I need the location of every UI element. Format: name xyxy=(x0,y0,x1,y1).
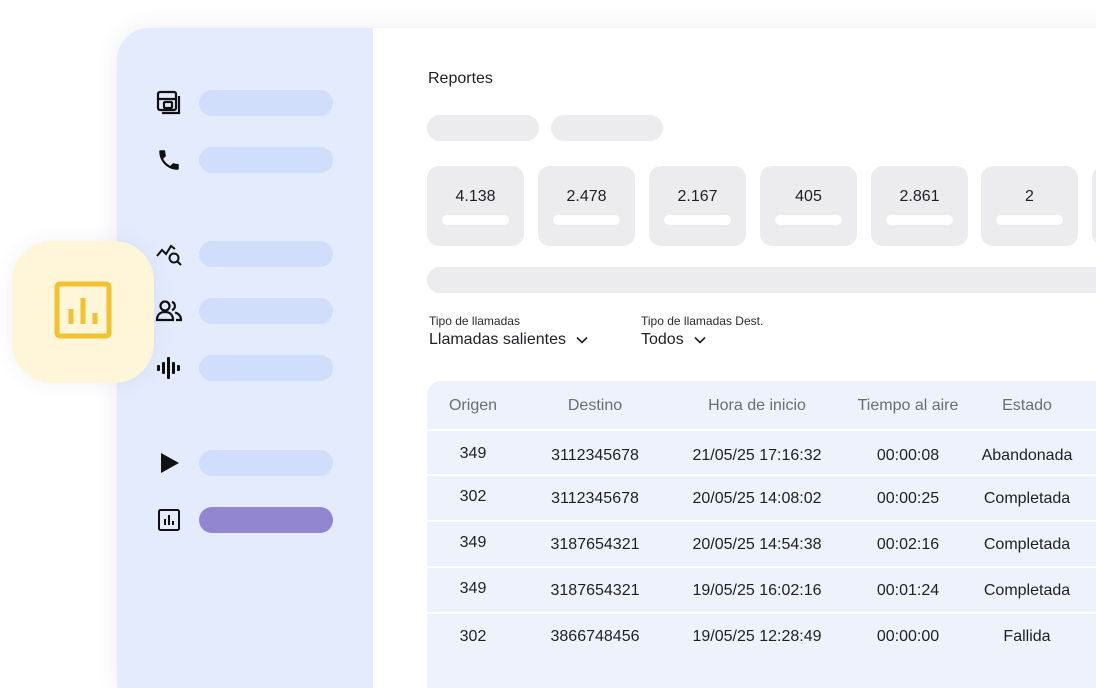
cell-tiempo-aire: 00:00:25 xyxy=(876,490,940,507)
sidebar-item-label-placeholder xyxy=(199,147,333,173)
stat-card: 2 xyxy=(981,166,1078,246)
sidebar-item-label-placeholder xyxy=(199,90,333,116)
cell-origen: 302 xyxy=(459,488,487,505)
table-row[interactable]: 349 3187654321 20/05/25 14:54:38 00:02:1… xyxy=(427,520,1096,566)
report-chart-icon xyxy=(54,281,112,344)
stat-value: 2.861 xyxy=(899,188,940,205)
cell-hora-inicio: 19/05/25 12:28:49 xyxy=(692,628,822,645)
stat-card: 4.138 xyxy=(427,166,524,246)
stat-value: 405 xyxy=(795,188,822,205)
sidebar-item-play[interactable] xyxy=(155,448,335,478)
dest-type-select[interactable]: Todos xyxy=(641,331,763,349)
column-header-estado[interactable]: Estado xyxy=(973,397,1081,415)
stat-label-placeholder xyxy=(664,215,731,225)
stat-card: 2.861 xyxy=(871,166,968,246)
sidebar-item-label-active xyxy=(199,507,333,533)
table-row[interactable]: 349 3112345678 21/05/25 17:16:32 00:00:0… xyxy=(427,429,1096,474)
cell-tiempo-aire: 00:00:00 xyxy=(876,628,940,645)
dashboard-icon xyxy=(155,89,183,117)
chevron-down-icon xyxy=(694,331,706,349)
cell-estado: Fallida xyxy=(1003,628,1051,645)
report-chart-icon xyxy=(155,506,183,534)
users-icon xyxy=(155,297,183,325)
cell-destino: 3112345678 xyxy=(551,490,639,507)
page-title: Reportes xyxy=(428,70,493,87)
stat-value: 2.167 xyxy=(677,188,718,205)
cell-hora-inicio: 20/05/25 14:08:02 xyxy=(692,490,822,507)
cell-estado: Completada xyxy=(983,490,1071,507)
reports-feature-badge xyxy=(12,241,154,383)
cell-tiempo-aire: 00:00:08 xyxy=(876,447,940,464)
cell-destino: 3866748456 xyxy=(550,628,640,645)
cell-origen: 302 xyxy=(459,628,487,645)
stat-value: 2 xyxy=(1025,188,1034,205)
call-type-select[interactable]: Llamadas salientes xyxy=(429,331,588,349)
play-icon xyxy=(155,449,183,477)
dest-type-value: Todos xyxy=(641,331,684,348)
stat-card: 2.167 xyxy=(649,166,746,246)
audio-wave-icon xyxy=(155,354,183,382)
stat-value: 2.478 xyxy=(566,188,607,205)
table-row[interactable]: 349 3187654321 19/05/25 16:02:16 00:01:2… xyxy=(427,566,1096,612)
calls-table: Origen Destino Hora de inicio Tiempo al … xyxy=(427,381,1096,688)
cell-origen: 349 xyxy=(459,445,487,462)
cell-tiempo-aire: 00:02:16 xyxy=(876,536,940,553)
sidebar-item-reports[interactable] xyxy=(155,505,335,535)
table-header: Origen Destino Hora de inicio Tiempo al … xyxy=(427,381,1096,431)
cell-hora-inicio: 19/05/25 16:02:16 xyxy=(692,582,822,599)
stat-label-placeholder xyxy=(886,215,953,225)
sidebar-item-label-placeholder xyxy=(199,450,333,476)
column-header-tiempo-aire[interactable]: Tiempo al aire xyxy=(843,397,973,415)
sidebar-item-users[interactable] xyxy=(155,296,335,326)
column-header-origen[interactable]: Origen xyxy=(427,397,519,415)
cell-hora-inicio: 20/05/25 14:54:38 xyxy=(692,536,822,553)
dest-type-filter[interactable]: Tipo de llamadas Dest. Todos xyxy=(641,314,763,349)
cell-destino: 3112345678 xyxy=(551,447,639,464)
sidebar-item-dashboard[interactable] xyxy=(155,88,335,118)
cell-estado: Completada xyxy=(983,582,1071,599)
sidebar-item-audio[interactable] xyxy=(155,353,335,383)
cell-destino: 3187654321 xyxy=(550,536,640,553)
dest-type-label: Tipo de llamadas Dest. xyxy=(641,314,764,328)
cell-estado: Abandonada xyxy=(981,447,1073,464)
table-row[interactable]: 302 3112345678 20/05/25 14:08:02 00:00:2… xyxy=(427,474,1096,520)
stat-card: 405 xyxy=(760,166,857,246)
stat-label-placeholder xyxy=(553,215,620,225)
column-header-destino[interactable]: Destino xyxy=(519,397,671,415)
sidebar-item-label-placeholder xyxy=(199,298,333,324)
sidebar-item-analytics[interactable] xyxy=(155,239,335,269)
progress-bar xyxy=(427,267,1096,293)
phone-icon xyxy=(155,146,183,174)
cell-tiempo-aire: 00:01:24 xyxy=(876,582,940,599)
stat-value: 4.138 xyxy=(455,188,496,205)
call-type-filter[interactable]: Tipo de llamadas Llamadas salientes xyxy=(429,314,588,349)
cell-origen: 349 xyxy=(459,534,487,551)
stat-card xyxy=(1092,166,1096,246)
analytics-search-icon xyxy=(155,240,183,268)
cell-destino: 3187654321 xyxy=(550,582,640,599)
stat-label-placeholder xyxy=(775,215,842,225)
stat-label-placeholder xyxy=(996,215,1063,225)
column-header-hora-inicio[interactable]: Hora de inicio xyxy=(671,397,843,415)
sidebar-item-label-placeholder xyxy=(199,241,333,267)
sidebar-item-calls[interactable] xyxy=(155,145,335,175)
sidebar-item-label-placeholder xyxy=(199,355,333,381)
sidebar xyxy=(117,28,373,688)
cell-origen: 349 xyxy=(459,580,487,597)
call-type-value: Llamadas salientes xyxy=(429,331,566,348)
main-content: Reportes 4.138 2.478 2.167 405 2.861 2 T… xyxy=(373,28,1096,688)
table-row[interactable]: 302 3866748456 19/05/25 12:28:49 00:00:0… xyxy=(427,612,1096,674)
cell-hora-inicio: 21/05/25 17:16:32 xyxy=(692,447,822,464)
stat-label-placeholder xyxy=(442,215,509,225)
stat-card: 2.478 xyxy=(538,166,635,246)
chevron-down-icon xyxy=(576,331,588,349)
filter-chip[interactable] xyxy=(551,115,663,141)
call-type-label: Tipo de llamadas xyxy=(429,314,520,328)
cell-estado: Completada xyxy=(983,536,1071,553)
filter-chip[interactable] xyxy=(427,115,539,141)
app-window: Reportes 4.138 2.478 2.167 405 2.861 2 T… xyxy=(117,28,1096,688)
